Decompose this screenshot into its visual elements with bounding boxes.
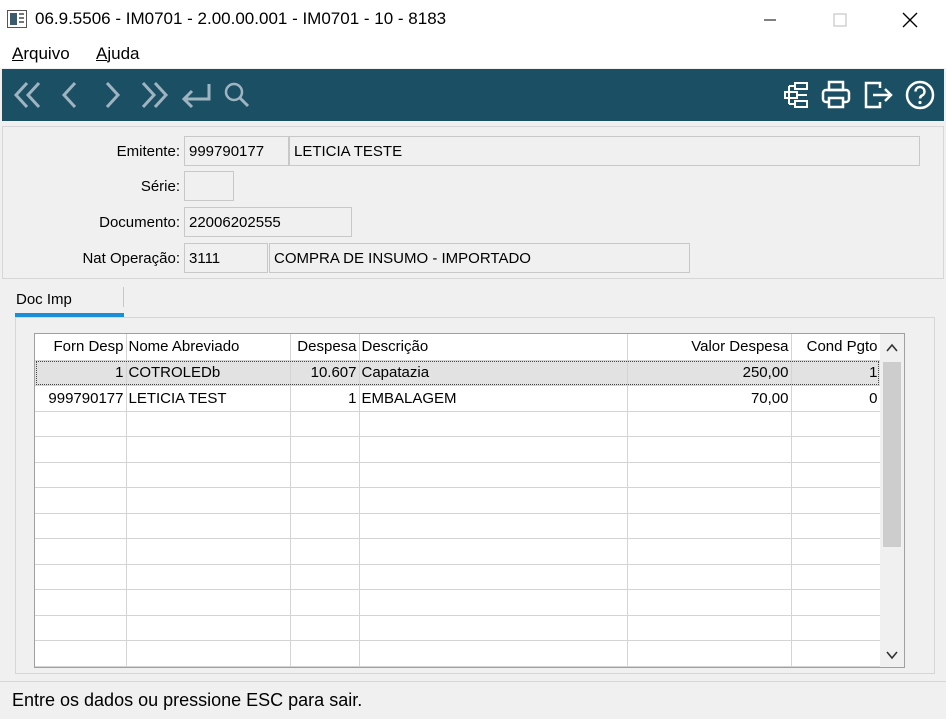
last-record-button[interactable] [136, 77, 172, 113]
emitente-code-field[interactable]: 999790177 [184, 136, 289, 166]
menu-bar: Arquivo Ajuda [0, 40, 946, 68]
cell-despesa[interactable]: 1 [290, 385, 360, 412]
next-record-icon [105, 81, 121, 109]
structure-tree-icon [784, 82, 808, 108]
cell-valor-despesa[interactable]: 70,00 [627, 385, 792, 412]
menu-ajuda-label: juda [107, 44, 140, 63]
menu-ajuda-accel: A [96, 44, 108, 63]
emitente-label: Emitente: [116, 143, 180, 160]
help-button[interactable] [902, 77, 938, 113]
empty-row[interactable] [35, 513, 881, 539]
col-header-descricao[interactable]: Descrição [359, 334, 628, 361]
empty-row[interactable] [35, 462, 881, 488]
close-icon [902, 12, 918, 28]
empty-row[interactable] [35, 666, 881, 667]
tab-separator [123, 287, 124, 307]
grid-vertical-scrollbar[interactable] [880, 334, 904, 667]
last-record-icon [141, 81, 169, 109]
window-title: 06.9.5506 - IM0701 - 2.00.00.001 - IM070… [35, 9, 447, 28]
print-button[interactable] [818, 77, 854, 113]
tab-doc-imp[interactable]: Doc Imp [16, 291, 72, 308]
emitente-name-field[interactable]: LETICIA TESTE [289, 136, 920, 166]
empty-row[interactable] [35, 640, 881, 667]
menu-arquivo-label: rquivo [23, 44, 70, 63]
empty-row[interactable] [35, 487, 881, 514]
scroll-up-button[interactable] [880, 336, 904, 360]
first-record-icon [13, 81, 41, 109]
col-header-forn-desp[interactable]: Forn Desp [35, 334, 127, 361]
scroll-down-button[interactable] [880, 643, 904, 667]
cell-descricao[interactable]: EMBALAGEM [359, 385, 628, 412]
go-to-icon [181, 84, 211, 109]
col-header-valor-despesa[interactable]: Valor Despesa [627, 334, 792, 361]
empty-row[interactable] [35, 564, 881, 590]
serie-label: Série: [140, 178, 180, 195]
menu-arquivo-accel: A [12, 44, 24, 63]
documento-label: Documento: [99, 214, 180, 231]
cell-valor-despesa[interactable]: 250,00 [627, 360, 792, 386]
close-button[interactable] [887, 0, 933, 40]
empty-row[interactable] [35, 615, 881, 641]
maximize-button[interactable] [817, 0, 863, 40]
search-icon [224, 82, 250, 108]
title-bar: 06.9.5506 - IM0701 - 2.00.00.001 - IM070… [0, 0, 946, 40]
exit-button[interactable] [860, 77, 896, 113]
next-record-button[interactable] [94, 77, 130, 113]
cell-nome-abreviado[interactable]: COTROLEDb [126, 360, 291, 386]
status-text: Entre os dados ou pressione ESC para sai… [12, 690, 363, 710]
table-row[interactable]: 999790177 LETICIA TEST 1 EMBALAGEM 70,00… [35, 385, 881, 412]
cell-descricao[interactable]: Capatazia [359, 360, 628, 386]
toolbar [2, 69, 944, 121]
minimize-button[interactable] [747, 0, 793, 40]
cell-cond-pgto[interactable]: 1 [791, 360, 881, 386]
nat-operacao-code-field[interactable]: 3111 [184, 243, 268, 273]
nat-operacao-label: Nat Operação: [82, 250, 180, 267]
table-row[interactable]: 1 COTROLEDb 10.607 Capatazia 250,00 1 [35, 360, 881, 386]
structure-tree-button[interactable] [778, 77, 814, 113]
col-header-cond-pgto[interactable]: Cond Pgto [791, 334, 881, 361]
empty-row[interactable] [35, 411, 881, 437]
maximize-icon [833, 13, 847, 27]
chevron-down-icon [886, 651, 898, 660]
cell-forn-desp[interactable]: 999790177 [35, 385, 127, 412]
previous-record-button[interactable] [52, 77, 88, 113]
cell-despesa[interactable]: 10.607 [290, 360, 360, 386]
status-bar: Entre os dados ou pressione ESC para sai… [0, 681, 946, 719]
chevron-up-icon [886, 343, 898, 352]
cell-cond-pgto[interactable]: 0 [791, 385, 881, 412]
first-record-button[interactable] [10, 77, 46, 113]
menu-ajuda[interactable]: Ajuda [96, 44, 139, 64]
expenses-table: Forn Desp Nome Abreviado Despesa Descriç… [35, 334, 881, 667]
print-icon [821, 80, 851, 109]
minimize-icon [764, 19, 776, 21]
exit-icon [864, 81, 893, 109]
empty-row[interactable] [35, 589, 881, 616]
help-icon [905, 80, 935, 110]
menu-arquivo[interactable]: Arquivo [12, 44, 70, 64]
scroll-thumb[interactable] [883, 362, 901, 547]
serie-field[interactable] [184, 171, 234, 201]
nat-operacao-description-field[interactable]: COMPRA DE INSUMO - IMPORTADO [269, 243, 690, 273]
go-to-button[interactable] [178, 77, 214, 113]
search-button[interactable] [218, 77, 254, 113]
expenses-grid[interactable]: Forn Desp Nome Abreviado Despesa Descriç… [34, 333, 905, 668]
grid-header-row: Forn Desp Nome Abreviado Despesa Descriç… [35, 334, 881, 361]
documento-field[interactable]: 22006202555 [184, 207, 352, 237]
empty-row[interactable] [35, 436, 881, 463]
col-header-despesa[interactable]: Despesa [290, 334, 360, 361]
cell-nome-abreviado[interactable]: LETICIA TEST [126, 385, 291, 412]
cell-forn-desp[interactable]: 1 [35, 360, 127, 386]
col-header-nome-abreviado[interactable]: Nome Abreviado [126, 334, 291, 361]
previous-record-icon [61, 81, 77, 109]
program-window-icon[interactable] [7, 10, 27, 28]
empty-row[interactable] [35, 538, 881, 565]
